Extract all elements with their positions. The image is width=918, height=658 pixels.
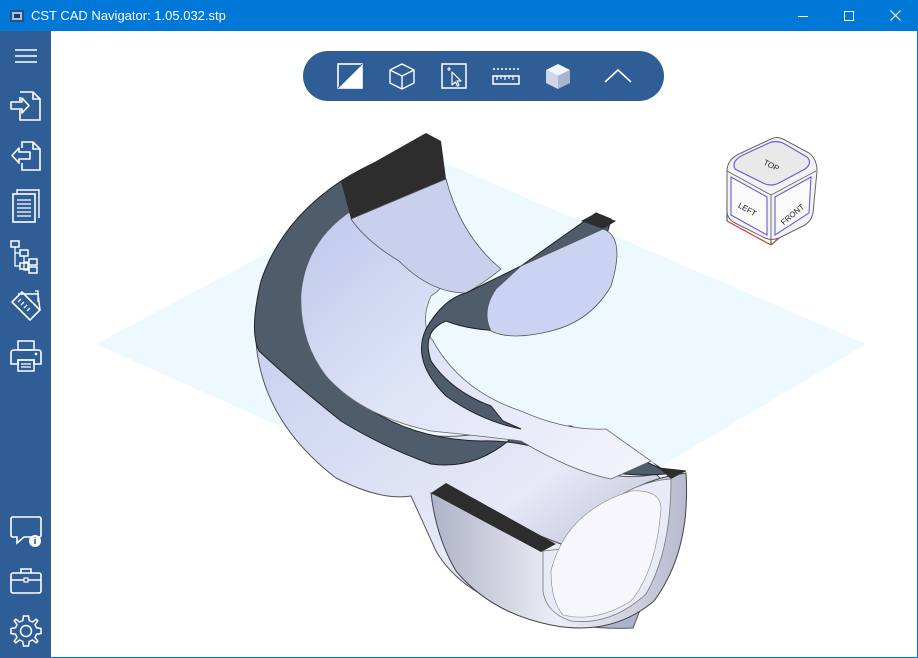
- wireframe-view-button[interactable]: [385, 59, 419, 93]
- close-button[interactable]: [872, 0, 918, 31]
- section-cut-icon: [337, 63, 363, 89]
- maximize-button[interactable]: [826, 0, 872, 31]
- view-cube[interactable]: TOP LEFT FRONT: [713, 131, 818, 251]
- maximize-icon: [844, 10, 854, 21]
- 3d-viewport[interactable]: TOP LEFT FRONT: [51, 31, 917, 657]
- import-button[interactable]: [6, 86, 46, 126]
- settings-gear-icon: [10, 615, 42, 647]
- wireframe-box-icon: [389, 63, 415, 90]
- print-button[interactable]: [6, 336, 46, 376]
- print-icon: [10, 340, 42, 372]
- measure-button[interactable]: [489, 59, 523, 93]
- menu-button[interactable]: [6, 36, 46, 76]
- select-button[interactable]: [437, 59, 471, 93]
- collapse-toolbar-button[interactable]: [601, 59, 635, 93]
- toolbox-icon: [10, 568, 42, 594]
- section-cut-button[interactable]: [333, 59, 367, 93]
- minimize-icon: [798, 15, 808, 17]
- document-icon: [12, 189, 40, 223]
- view-toolbar: [303, 51, 664, 101]
- ruler-icon: [492, 68, 520, 85]
- tree-structure-icon: [10, 240, 38, 274]
- shaded-box-icon: [546, 64, 570, 89]
- window-title: CST CAD Navigator: 1.05.032.stp: [31, 8, 226, 23]
- export-icon: [11, 141, 41, 171]
- feedback-button[interactable]: [6, 511, 46, 551]
- sidebar: [0, 31, 51, 658]
- model-tree-button[interactable]: [6, 236, 46, 276]
- export-button[interactable]: [6, 136, 46, 176]
- cst-app-icon: [10, 10, 24, 22]
- import-icon: [10, 91, 41, 121]
- minimize-button[interactable]: [780, 0, 826, 31]
- settings-button[interactable]: [6, 611, 46, 651]
- model-scene[interactable]: [51, 31, 917, 657]
- measure-notes-icon: [10, 290, 42, 322]
- toolbox-button[interactable]: [6, 561, 46, 601]
- feedback-info-icon: [10, 516, 42, 547]
- hamburger-menu-icon: [15, 49, 37, 63]
- select-icon: [441, 63, 467, 89]
- title-bar[interactable]: CST CAD Navigator: 1.05.032.stp: [0, 0, 918, 31]
- measure-notes-button[interactable]: [6, 286, 46, 326]
- close-icon: [889, 10, 901, 21]
- collapse-chevron-icon: [604, 68, 632, 83]
- shaded-view-button[interactable]: [541, 59, 575, 93]
- document-button[interactable]: [6, 186, 46, 226]
